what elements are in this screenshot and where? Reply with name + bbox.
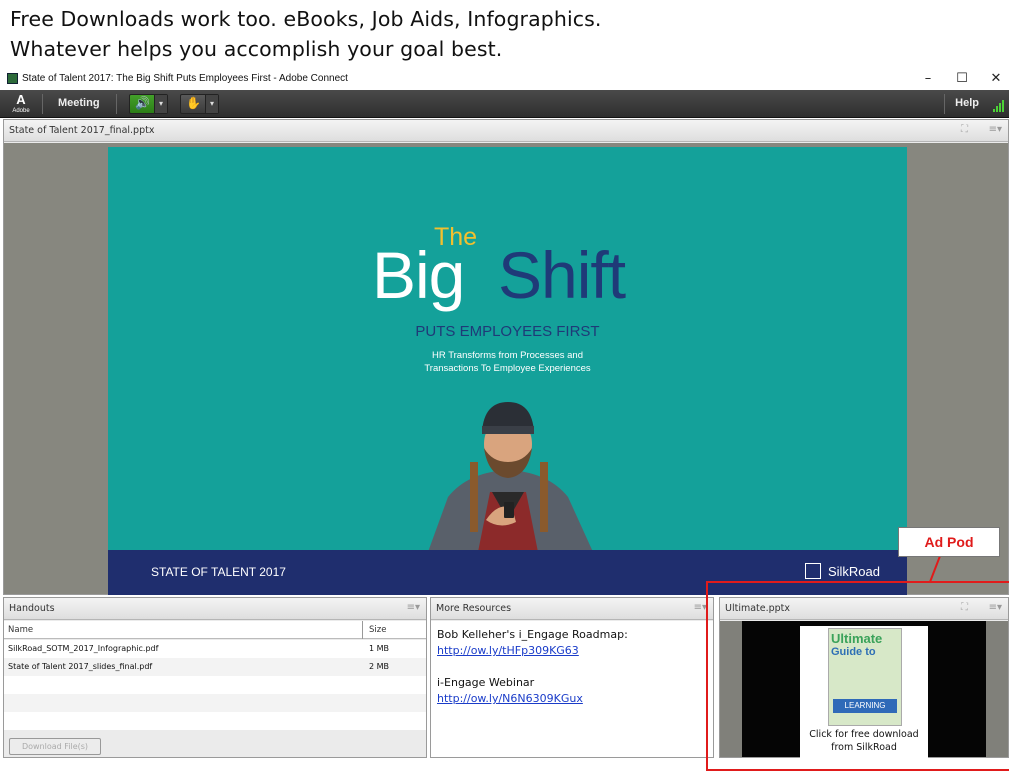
- slide-big: Big: [372, 238, 465, 312]
- window-title: State of Talent 2017: The Big Shift Puts…: [22, 73, 348, 84]
- presentation-slide: The Big Shift PUTS EMPLOYEES FIRST HR Tr…: [108, 147, 907, 595]
- slide-shift: Shift: [498, 238, 626, 312]
- menu-separator: [944, 94, 945, 114]
- fullscreen-icon[interactable]: ⛶: [961, 124, 968, 135]
- resource-label: Bob Kelleher's i_Engage Roadmap:: [437, 628, 628, 641]
- instruction-caption: Free Downloads work too. eBooks, Job Aid…: [10, 4, 602, 64]
- download-files-button[interactable]: Download File(s): [9, 738, 101, 755]
- column-header-size[interactable]: Size: [369, 625, 386, 635]
- raise-hand-dropdown-chevron-icon[interactable]: ▾: [205, 95, 218, 113]
- empty-table-row: [4, 676, 426, 694]
- pod-options-menu-icon[interactable]: ≡▾: [989, 124, 1002, 135]
- resource-label: i-Engage Webinar: [437, 676, 535, 689]
- slide-subtitle: HR Transforms from Processes and Transac…: [424, 350, 591, 374]
- handouts-pod-header: Handouts ≡▾: [4, 598, 426, 620]
- table-row[interactable]: State of Talent 2017_slides_final.pdf 2 …: [4, 658, 426, 676]
- table-row[interactable]: SilkRoad_SOTM_2017_Infographic.pdf 1 MB: [4, 640, 426, 658]
- file-table-header: Name Size: [4, 621, 426, 639]
- minimize-button[interactable]: –: [911, 70, 945, 90]
- handouts-pod: Handouts ≡▾ Name Size SilkRoad_SOTM_2017…: [3, 597, 427, 758]
- maximize-button[interactable]: ☐: [945, 70, 979, 90]
- connect-menubar: A Adobe Meeting 🔊 ▾ ✋ ▾ Help: [0, 90, 1009, 118]
- share-content-area: The Big Shift PUTS EMPLOYEES FIRST HR Tr…: [4, 143, 1008, 595]
- raise-hand-icon: ✋: [186, 96, 201, 110]
- speaker-icon: 🔊: [135, 96, 150, 110]
- slide-footer-brand: SilkRoad: [827, 564, 880, 579]
- column-header-name[interactable]: Name: [8, 625, 33, 635]
- window-titlebar: State of Talent 2017: The Big Shift Puts…: [0, 70, 1009, 90]
- share-pod-header: State of Talent 2017_final.pptx ⛶ ≡▾: [4, 120, 1008, 142]
- pod-options-menu-icon[interactable]: ≡▾: [407, 602, 420, 613]
- share-pod-title: State of Talent 2017_final.pptx: [9, 125, 155, 136]
- pod-options-menu-icon[interactable]: ≡▾: [694, 602, 707, 613]
- menu-separator: [116, 94, 117, 114]
- handouts-pod-title: Handouts: [9, 603, 55, 614]
- resource-link[interactable]: http://ow.ly/N6N6309KGux: [437, 691, 707, 707]
- silkroad-logo-icon: [805, 563, 821, 579]
- adobe-connect-app-icon: [7, 73, 18, 84]
- resources-notes: Bob Kelleher's i_Engage Roadmap: http://…: [431, 621, 713, 757]
- resources-pod: More Resources ≡▾ Bob Kelleher's i_Engag…: [430, 597, 714, 758]
- speaker-button[interactable]: 🔊 ▾: [129, 94, 168, 114]
- slide-footer-title: STATE OF TALENT 2017: [151, 565, 286, 579]
- resources-pod-header: More Resources ≡▾: [431, 598, 713, 620]
- raise-hand-button[interactable]: ✋ ▾: [180, 94, 219, 114]
- slide-tagline: PUTS EMPLOYEES FIRST: [415, 323, 600, 340]
- adobe-logo-icon: A Adobe: [12, 92, 30, 114]
- caption-line-1: Free Downloads work too. eBooks, Job Aid…: [10, 7, 602, 31]
- ad-pod-callout: Ad Pod: [898, 527, 1000, 557]
- meeting-menu[interactable]: Meeting: [58, 97, 100, 109]
- file-size: 2 MB: [369, 662, 390, 671]
- connection-signal-icon: [993, 98, 1007, 112]
- share-pod: State of Talent 2017_final.pptx ⛶ ≡▾ The…: [3, 119, 1009, 595]
- caption-line-2: Whatever helps you accomplish your goal …: [10, 37, 503, 61]
- resources-pod-title: More Resources: [436, 603, 512, 614]
- help-menu[interactable]: Help: [955, 97, 979, 109]
- man-with-phone-photo: [428, 402, 593, 552]
- file-name: State of Talent 2017_slides_final.pdf: [8, 662, 153, 671]
- ad-pod-highlight-box: [706, 581, 1009, 771]
- resource-link[interactable]: http://ow.ly/tHFp309KG63: [437, 643, 707, 659]
- empty-table-row: [4, 712, 426, 730]
- file-size: 1 MB: [369, 644, 390, 653]
- column-divider[interactable]: [362, 621, 363, 639]
- empty-table-row: [4, 694, 426, 712]
- close-window-button[interactable]: ✕: [979, 70, 1009, 90]
- speaker-dropdown-chevron-icon[interactable]: ▾: [154, 95, 167, 113]
- menu-separator: [42, 94, 43, 114]
- file-name: SilkRoad_SOTM_2017_Infographic.pdf: [8, 644, 159, 653]
- callout-pointer: [929, 556, 941, 583]
